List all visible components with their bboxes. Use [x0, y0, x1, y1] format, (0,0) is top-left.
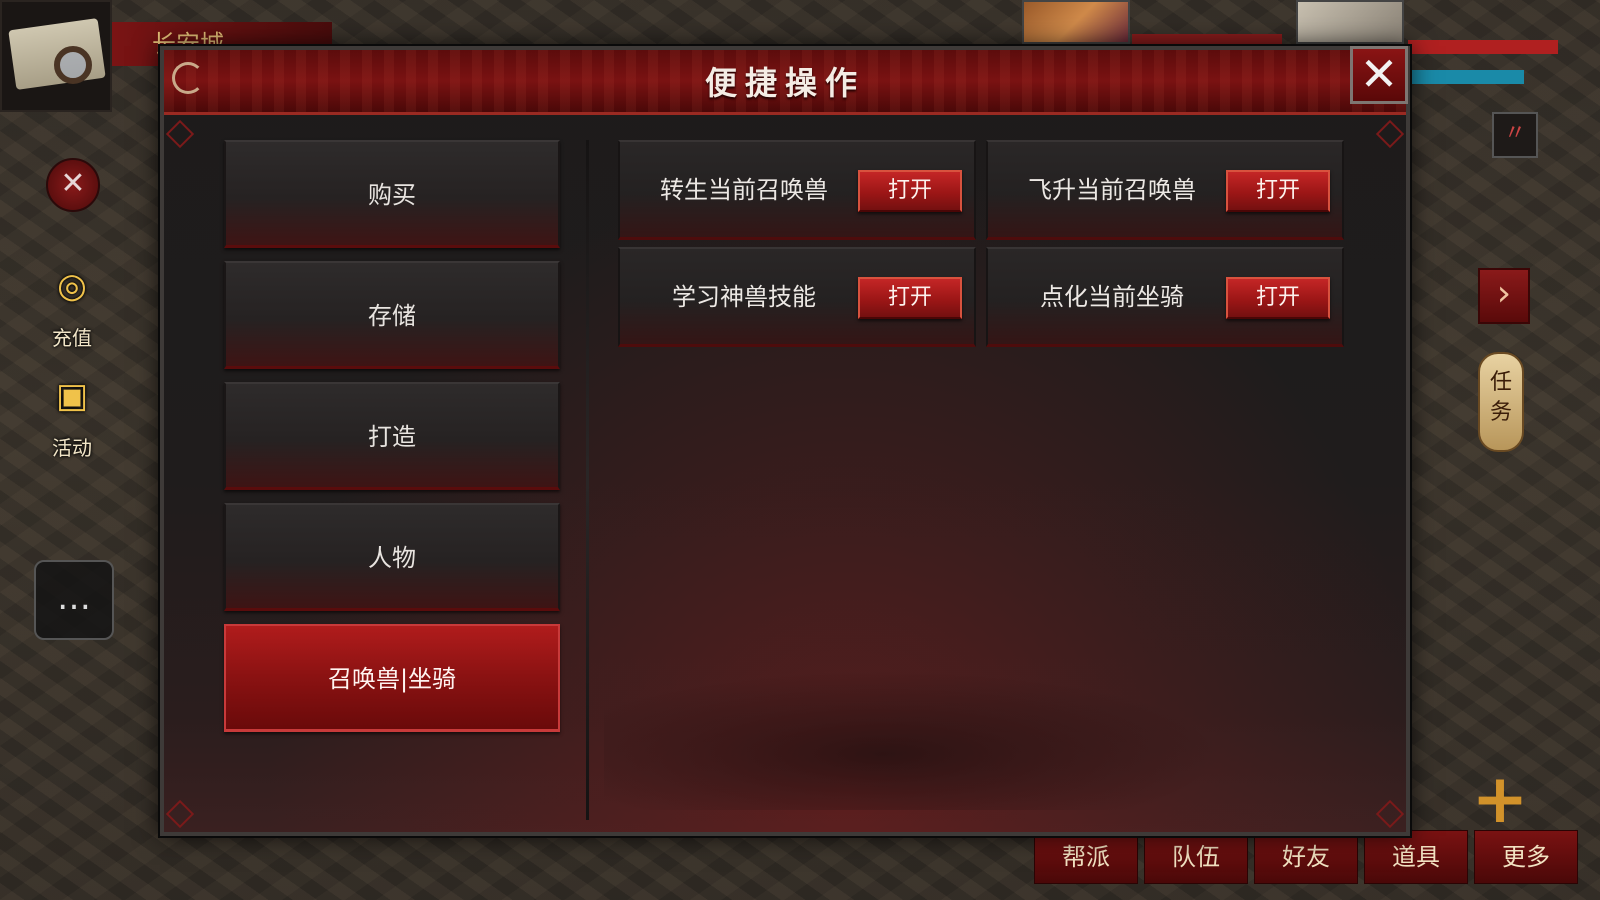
chat-bubble-icon: …	[57, 578, 91, 618]
quest-tab-label: 任务	[1489, 370, 1512, 425]
recharge-button[interactable]: ◎ 充值	[32, 254, 112, 351]
background-fog	[604, 670, 1224, 810]
coins-icon: ◎	[57, 266, 87, 306]
recharge-label: 充值	[52, 326, 92, 350]
bottom-tab-friends[interactable]: 好友	[1254, 830, 1358, 884]
open-button-rebirth-summon[interactable]: 打开	[858, 170, 962, 212]
dialog-header: 便捷操作	[164, 50, 1406, 115]
activity-label: 活动	[52, 436, 92, 460]
bottom-tab-more[interactable]: 更多	[1474, 830, 1578, 884]
menu-item-buy[interactable]: 购买	[224, 140, 560, 248]
menu-item-summons-mounts[interactable]: 召唤兽|坐骑	[224, 624, 560, 732]
magnifier-icon	[54, 46, 92, 84]
option-card-ascend-summon: 飞升当前召唤兽 打开	[986, 140, 1344, 240]
player-mp-bar	[1408, 70, 1524, 84]
chevron-right-icon[interactable]: ›	[1478, 268, 1530, 324]
menu-item-storage[interactable]: 存储	[224, 261, 560, 369]
option-label: 学习神兽技能	[672, 283, 816, 311]
menu-item-character[interactable]: 人物	[224, 503, 560, 611]
bottom-tab-team[interactable]: 队伍	[1144, 830, 1248, 884]
dialog-title: 便捷操作	[704, 64, 865, 102]
minimap-button[interactable]	[0, 0, 112, 112]
open-button-enlighten-mount[interactable]: 打开	[1226, 277, 1330, 319]
menu-divider	[586, 140, 589, 820]
bottom-tab-guild[interactable]: 帮派	[1034, 830, 1138, 884]
quick-actions-dialog: 便捷操作 ✕ 购买 存储 打造 人物 召唤兽|坐骑 转生当前召唤兽 打开 飞升当…	[160, 46, 1410, 836]
player-portrait[interactable]	[1296, 0, 1404, 44]
quest-tab[interactable]: 任务	[1478, 352, 1524, 452]
close-icon: ✕	[1359, 47, 1399, 101]
status-buff-icon[interactable]: 〃	[1492, 112, 1538, 158]
hud-collapse-button[interactable]: ✕	[46, 158, 100, 212]
option-label: 转生当前召唤兽	[660, 176, 828, 204]
open-button-learn-beast-skill[interactable]: 打开	[858, 277, 962, 319]
pet-portrait[interactable]	[1022, 0, 1130, 44]
option-label: 飞升当前召唤兽	[1028, 176, 1196, 204]
plus-icon: +	[1471, 760, 1529, 839]
bottom-menu-bar: 帮派 队伍 好友 道具 更多	[1034, 830, 1578, 884]
close-button[interactable]: ✕	[1350, 46, 1408, 104]
corner-ornament	[165, 799, 195, 829]
option-card-rebirth-summon: 转生当前召唤兽 打开	[618, 140, 976, 240]
gift-icon: ▣	[55, 376, 89, 416]
corner-ornament	[1375, 119, 1405, 149]
corner-ornament	[1375, 799, 1405, 829]
activity-button[interactable]: ▣ 活动	[32, 364, 112, 461]
option-card-learn-beast-skill: 学习神兽技能 打开	[618, 247, 976, 347]
option-card-enlighten-mount: 点化当前坐骑 打开	[986, 247, 1344, 347]
open-button-ascend-summon[interactable]: 打开	[1226, 170, 1330, 212]
option-label: 点化当前坐骑	[1040, 283, 1184, 311]
player-hp-bar	[1408, 40, 1558, 54]
menu-item-craft[interactable]: 打造	[224, 382, 560, 490]
corner-ornament	[165, 119, 195, 149]
chat-button[interactable]: …	[34, 560, 114, 640]
bottom-tab-items[interactable]: 道具	[1364, 830, 1468, 884]
